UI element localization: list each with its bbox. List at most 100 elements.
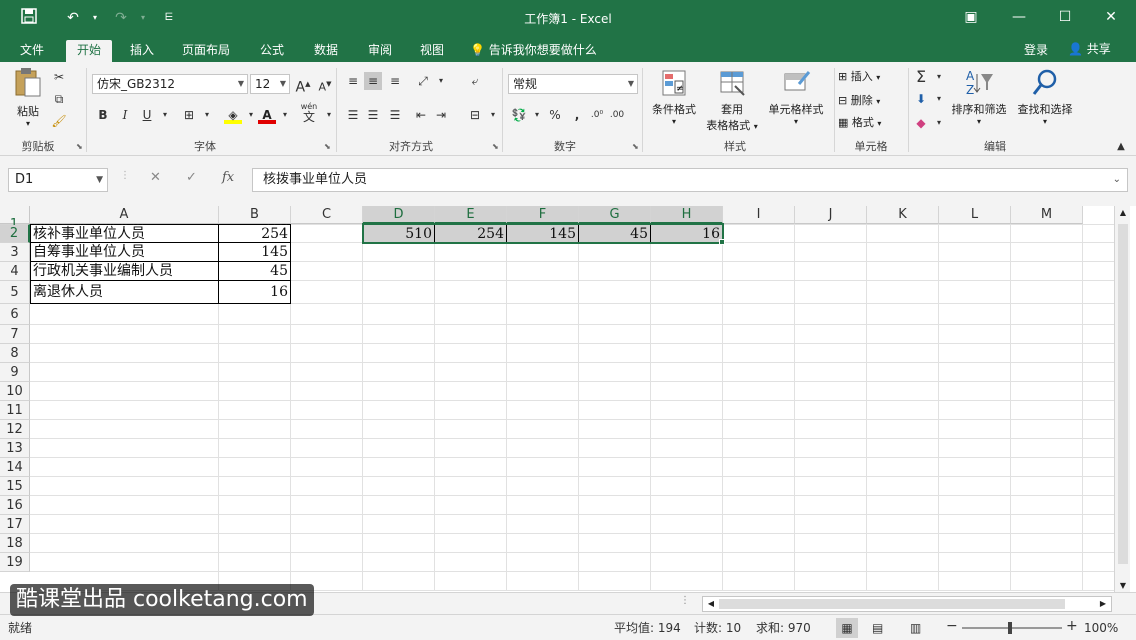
page-break-view-icon[interactable]: ▥ (910, 620, 921, 636)
row-header[interactable]: 16 (0, 496, 30, 515)
paste-button[interactable]: 粘贴 ▾ (10, 66, 46, 130)
row-header[interactable]: 18 (0, 534, 30, 553)
column-header[interactable]: I (723, 206, 795, 224)
row-header[interactable]: 12 (0, 420, 30, 439)
decrease-decimal-icon[interactable]: .00 (608, 106, 626, 124)
sort-filter-button[interactable]: AZ 排序和筛选 ▾ (946, 68, 1012, 134)
grow-font-button[interactable]: A▲ (294, 75, 312, 96)
number-format-combo[interactable]: 常规 ▼ (508, 74, 638, 94)
row-header[interactable]: 6 (0, 304, 30, 325)
borders-dropdown-icon[interactable]: ▾ (198, 106, 216, 124)
column-header[interactable]: M (1011, 206, 1083, 224)
name-box[interactable]: D1 ▼ (8, 168, 108, 192)
align-left-icon[interactable]: ☰ (344, 106, 362, 124)
accounting-format-icon[interactable]: 💱 (510, 106, 528, 124)
enter-icon[interactable]: ✓ (186, 170, 197, 185)
format-painter-icon[interactable]: 🖌 (50, 112, 68, 130)
comma-button[interactable]: , (568, 106, 586, 124)
column-header[interactable]: D (363, 206, 435, 224)
increase-indent-icon[interactable]: ⇥ (432, 106, 450, 124)
ribbon-display-options-icon[interactable]: ▣ (956, 6, 986, 28)
merge-center-icon[interactable]: ⊟ (466, 106, 484, 124)
scroll-left-icon[interactable]: ◀ (703, 597, 719, 611)
font-name-combo[interactable]: 仿宋_GB2312 ▼ (92, 74, 248, 94)
page-layout-view-icon[interactable]: ▤ (872, 620, 883, 636)
format-cells-button[interactable]: ▦ 格式 ▾ (838, 114, 900, 134)
row-header[interactable]: 11 (0, 401, 30, 420)
insert-function-button[interactable]: fx (222, 170, 234, 185)
column-header[interactable]: H (651, 206, 723, 224)
phonetic-button[interactable]: wén 文 (300, 102, 318, 123)
tell-me-box[interactable]: 💡 告诉我你想要做什么 (470, 40, 597, 60)
row-header[interactable]: 2 (0, 225, 30, 243)
column-header[interactable]: G (579, 206, 651, 224)
borders-icon[interactable]: ⊞ (180, 106, 198, 124)
horizontal-scrollbar[interactable]: ◀ ▶ (702, 596, 1112, 612)
insert-cells-button[interactable]: ⊞ 插入 ▾ (838, 68, 900, 88)
alignment-launcher-icon[interactable]: ⬊ (492, 142, 499, 151)
minimize-icon[interactable]: — (1004, 6, 1034, 28)
cell-value[interactable]: 254 (220, 225, 290, 243)
tab-formulas[interactable]: 公式 (250, 40, 294, 62)
row-header[interactable]: 3 (0, 243, 30, 262)
row-header[interactable]: 9 (0, 363, 30, 382)
formula-input[interactable]: 核拨事业单位人员 ⌄ (252, 168, 1128, 192)
column-header[interactable]: K (867, 206, 939, 224)
scroll-thumb[interactable] (719, 599, 1065, 609)
tab-page-layout[interactable]: 页面布局 (174, 40, 238, 62)
row-header[interactable]: 7 (0, 325, 30, 344)
conditional-formatting-button[interactable]: ≠ 条件格式 ▾ (646, 68, 702, 134)
row-header[interactable]: 8 (0, 344, 30, 363)
column-header[interactable]: J (795, 206, 867, 224)
orientation-dropdown-icon[interactable]: ▾ (432, 72, 450, 90)
expand-formula-icon[interactable]: ⌄ (1113, 169, 1121, 191)
delete-cells-button[interactable]: ⊟ 删除 ▾ (838, 92, 900, 112)
number-launcher-icon[interactable]: ⬊ (632, 142, 639, 151)
underline-button[interactable]: U (138, 106, 156, 124)
tab-home[interactable]: 开始 (66, 40, 112, 62)
split-grip-icon[interactable]: ⋮ (680, 595, 690, 606)
fill-handle[interactable] (719, 239, 725, 245)
fill-down-icon[interactable]: ⬇ (912, 90, 930, 108)
row-header[interactable]: 19 (0, 553, 30, 572)
row-header[interactable]: 13 (0, 439, 30, 458)
tab-insert[interactable]: 插入 (120, 40, 164, 62)
bold-button[interactable]: B (94, 106, 112, 124)
decrease-indent-icon[interactable]: ⇤ (412, 106, 430, 124)
zoom-level[interactable]: 100% (1084, 620, 1118, 636)
cell-styles-button[interactable]: 单元格样式 ▾ (762, 68, 830, 134)
collapse-ribbon-icon[interactable]: ▲ (1112, 138, 1130, 156)
align-bottom-icon[interactable]: ≡ (386, 72, 404, 90)
find-select-button[interactable]: 查找和选择 ▾ (1012, 68, 1078, 134)
zoom-out-icon[interactable]: − (946, 618, 958, 634)
increase-decimal-icon[interactable]: .0⁰ (588, 106, 606, 124)
maximize-icon[interactable]: ☐ (1050, 6, 1080, 28)
align-middle-icon[interactable]: ≡ (364, 72, 382, 90)
percent-button[interactable]: % (546, 106, 564, 124)
accounting-dropdown-icon[interactable]: ▾ (528, 106, 546, 124)
scroll-thumb[interactable] (1118, 224, 1128, 564)
row-header[interactable]: 4 (0, 262, 30, 281)
scroll-up-icon[interactable]: ▲ (1115, 208, 1131, 217)
italic-button[interactable]: I (116, 106, 134, 124)
underline-dropdown-icon[interactable]: ▾ (156, 106, 174, 124)
font-size-combo[interactable]: 12 ▼ (250, 74, 290, 94)
align-top-icon[interactable]: ≡ (344, 72, 362, 90)
column-header[interactable]: E (435, 206, 507, 224)
shrink-font-button[interactable]: A▼ (316, 75, 334, 94)
row-header[interactable]: 10 (0, 382, 30, 401)
cancel-icon[interactable]: ✕ (150, 170, 161, 185)
font-color-icon[interactable]: A (258, 106, 276, 124)
scroll-right-icon[interactable]: ▶ (1095, 597, 1111, 611)
cell-label[interactable]: 核补事业单位人员 (31, 225, 218, 243)
wrap-text-icon[interactable]: ⤶ (466, 72, 484, 90)
tab-review[interactable]: 审阅 (358, 40, 402, 62)
column-header[interactable]: C (291, 206, 363, 224)
zoom-slider-thumb[interactable] (1008, 622, 1012, 634)
format-as-table-button[interactable]: 套用 表格格式 ▾ (702, 68, 762, 134)
font-launcher-icon[interactable]: ⬊ (324, 142, 331, 151)
cut-icon[interactable]: ✂ (50, 68, 68, 86)
autosum-button[interactable]: Σ (912, 68, 930, 86)
cell-label[interactable]: 行政机关事业编制人员 (31, 262, 218, 281)
scroll-down-icon[interactable]: ▼ (1115, 581, 1131, 590)
